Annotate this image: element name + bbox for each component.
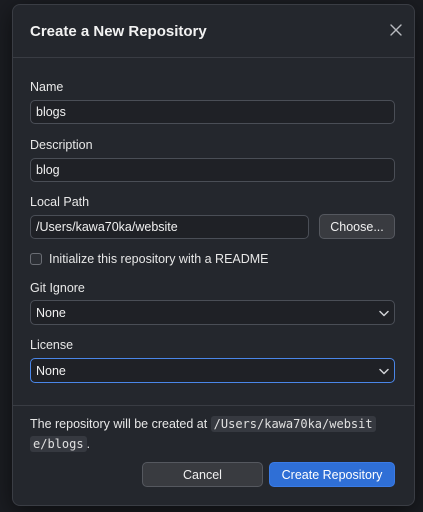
repository-path-line1: /Users/kawa70ka/websit	[210, 416, 376, 432]
repository-path-line2: e/blogs	[30, 436, 87, 452]
background-editor-text	[0, 0, 12, 512]
chevron-down-icon	[379, 364, 389, 378]
description-label: Description	[30, 138, 93, 152]
license-select[interactable]: None	[30, 358, 395, 383]
license-selected-value: None	[36, 363, 66, 378]
readme-checkbox[interactable]	[30, 253, 42, 265]
close-icon[interactable]	[389, 23, 403, 37]
gitignore-selected-value: None	[36, 305, 66, 320]
create-repository-button[interactable]: Create Repository	[269, 462, 395, 487]
readme-checkbox-label: Initialize this repository with a README	[49, 252, 269, 266]
license-label: License	[30, 338, 74, 352]
gitignore-select[interactable]: None	[30, 300, 395, 325]
cancel-button[interactable]: Cancel	[142, 462, 263, 487]
create-repository-dialog: Create a New Repository Name Description…	[12, 4, 415, 506]
dialog-header: Create a New Repository	[13, 5, 414, 58]
info-prefix: The repository will be created at	[30, 417, 208, 431]
local-path-field[interactable]	[30, 215, 309, 239]
local-path-label: Local Path	[30, 195, 90, 209]
chevron-down-icon	[379, 306, 389, 320]
readme-checkbox-row[interactable]: Initialize this repository with a README	[30, 252, 269, 266]
name-label: Name	[30, 80, 64, 94]
footer-divider	[13, 405, 414, 406]
description-field[interactable]	[30, 158, 395, 182]
choose-button[interactable]: Choose...	[319, 214, 395, 239]
dialog-title: Create a New Repository	[30, 23, 207, 40]
name-field[interactable]	[30, 100, 395, 124]
info-suffix: .	[86, 437, 91, 451]
gitignore-label: Git Ignore	[30, 281, 85, 295]
repository-location-info: The repository will be created at /Users…	[30, 414, 395, 454]
